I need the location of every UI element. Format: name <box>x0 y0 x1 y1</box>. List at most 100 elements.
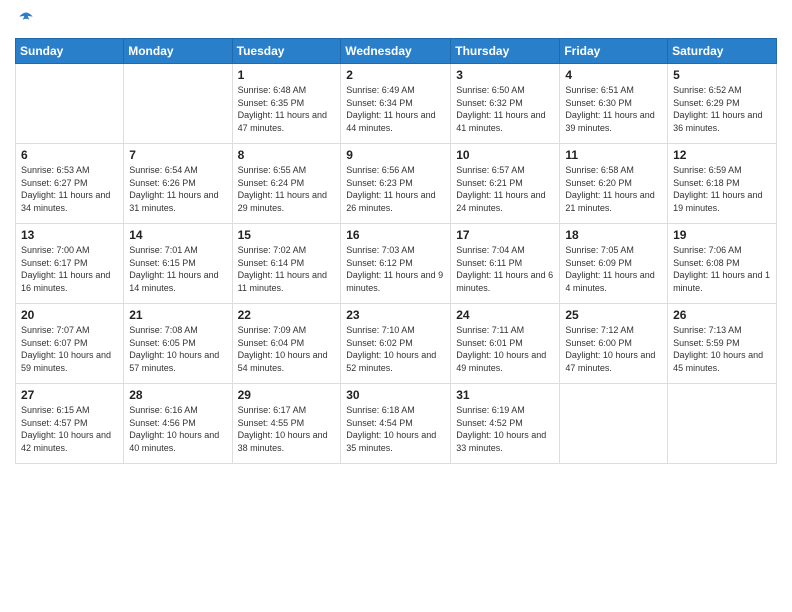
week-row-3: 13 Sunrise: 7:00 AM Sunset: 6:17 PM Dayli… <box>16 224 777 304</box>
calendar-cell: 22Sunrise: 7:09 AM Sunset: 6:04 PM Dayli… <box>232 304 341 384</box>
day-info: Sunrise: 6:17 AM Sunset: 4:55 PM Dayligh… <box>238 404 336 454</box>
day-info: Sunrise: 7:02 AM Sunset: 6:14 PM Dayligh… <box>238 244 336 294</box>
calendar-cell: 27 Sunrise: 6:15 AM Sunset: 4:57 PM Dayli… <box>16 384 124 464</box>
calendar-table: SundayMondayTuesdayWednesdayThursdayFrid… <box>15 38 777 464</box>
page: SundayMondayTuesdayWednesdayThursdayFrid… <box>0 0 792 612</box>
day-number: 11 <box>565 148 662 162</box>
day-info: Sunrise: 6:16 AM Sunset: 4:56 PM Dayligh… <box>129 404 226 454</box>
day-number: 12 <box>673 148 771 162</box>
day-number: 8 <box>238 148 336 162</box>
calendar-cell: 19Sunrise: 7:06 AM Sunset: 6:08 PM Dayli… <box>668 224 777 304</box>
day-number: 4 <box>565 68 662 82</box>
col-header-tuesday: Tuesday <box>232 39 341 64</box>
calendar-cell: 24Sunrise: 7:11 AM Sunset: 6:01 PM Dayli… <box>451 304 560 384</box>
calendar-cell: 6 Sunrise: 6:53 AM Sunset: 6:27 PM Daylig… <box>16 144 124 224</box>
calendar-cell: 17Sunrise: 7:04 AM Sunset: 6:11 PM Dayli… <box>451 224 560 304</box>
calendar-cell: 3 Sunrise: 6:50 AM Sunset: 6:32 PM Daylig… <box>451 64 560 144</box>
day-info: Sunrise: 7:10 AM Sunset: 6:02 PM Dayligh… <box>346 324 445 374</box>
day-number: 29 <box>238 388 336 402</box>
calendar-cell: 10 Sunrise: 6:57 AM Sunset: 6:21 PM Dayli… <box>451 144 560 224</box>
day-number: 9 <box>346 148 445 162</box>
calendar-cell: 8 Sunrise: 6:55 AM Sunset: 6:24 PM Daylig… <box>232 144 341 224</box>
day-info: Sunrise: 6:18 AM Sunset: 4:54 PM Dayligh… <box>346 404 445 454</box>
calendar-cell: 7 Sunrise: 6:54 AM Sunset: 6:26 PM Daylig… <box>124 144 232 224</box>
day-number: 21 <box>129 308 226 322</box>
day-info: Sunrise: 6:57 AM Sunset: 6:21 PM Dayligh… <box>456 164 554 214</box>
col-header-friday: Friday <box>560 39 668 64</box>
day-info: Sunrise: 6:54 AM Sunset: 6:26 PM Dayligh… <box>129 164 226 214</box>
day-number: 23 <box>346 308 445 322</box>
day-number: 24 <box>456 308 554 322</box>
day-info: Sunrise: 6:19 AM Sunset: 4:52 PM Dayligh… <box>456 404 554 454</box>
day-info: Sunrise: 7:12 AM Sunset: 6:00 PM Dayligh… <box>565 324 662 374</box>
calendar-cell: 11 Sunrise: 6:58 AM Sunset: 6:20 PM Dayli… <box>560 144 668 224</box>
day-info: Sunrise: 6:52 AM Sunset: 6:29 PM Dayligh… <box>673 84 771 134</box>
calendar-cell: 26 Sunrise: 7:13 AM Sunset: 5:59 PM Dayli… <box>668 304 777 384</box>
day-number: 7 <box>129 148 226 162</box>
day-number: 3 <box>456 68 554 82</box>
day-number: 28 <box>129 388 226 402</box>
day-info: Sunrise: 6:59 AM Sunset: 6:18 PM Dayligh… <box>673 164 771 214</box>
day-info: Sunrise: 7:04 AM Sunset: 6:11 PM Dayligh… <box>456 244 554 294</box>
day-info: Sunrise: 7:09 AM Sunset: 6:04 PM Dayligh… <box>238 324 336 374</box>
day-info: Sunrise: 7:01 AM Sunset: 6:15 PM Dayligh… <box>129 244 226 294</box>
day-info: Sunrise: 7:08 AM Sunset: 6:05 PM Dayligh… <box>129 324 226 374</box>
day-number: 15 <box>238 228 336 242</box>
calendar-cell: 12 Sunrise: 6:59 AM Sunset: 6:18 PM Dayli… <box>668 144 777 224</box>
day-number: 25 <box>565 308 662 322</box>
day-info: Sunrise: 7:00 AM Sunset: 6:17 PM Dayligh… <box>21 244 118 294</box>
calendar-cell: 9 Sunrise: 6:56 AM Sunset: 6:23 PM Daylig… <box>341 144 451 224</box>
day-info: Sunrise: 7:03 AM Sunset: 6:12 PM Dayligh… <box>346 244 445 294</box>
day-number: 14 <box>129 228 226 242</box>
calendar-cell: 16 Sunrise: 7:03 AM Sunset: 6:12 PM Dayli… <box>341 224 451 304</box>
day-info: Sunrise: 7:07 AM Sunset: 6:07 PM Dayligh… <box>21 324 118 374</box>
day-info: Sunrise: 7:05 AM Sunset: 6:09 PM Dayligh… <box>565 244 662 294</box>
calendar-cell: 30 Sunrise: 6:18 AM Sunset: 4:54 PM Dayli… <box>341 384 451 464</box>
day-number: 27 <box>21 388 118 402</box>
week-row-4: 20Sunrise: 7:07 AM Sunset: 6:07 PM Dayli… <box>16 304 777 384</box>
logo-text <box>15 10 37 30</box>
col-header-sunday: Sunday <box>16 39 124 64</box>
week-row-5: 27 Sunrise: 6:15 AM Sunset: 4:57 PM Dayli… <box>16 384 777 464</box>
day-info: Sunrise: 6:53 AM Sunset: 6:27 PM Dayligh… <box>21 164 118 214</box>
col-header-monday: Monday <box>124 39 232 64</box>
calendar-cell: 23 Sunrise: 7:10 AM Sunset: 6:02 PM Dayli… <box>341 304 451 384</box>
day-info: Sunrise: 6:50 AM Sunset: 6:32 PM Dayligh… <box>456 84 554 134</box>
calendar-cell: 18 Sunrise: 7:05 AM Sunset: 6:09 PM Dayli… <box>560 224 668 304</box>
day-number: 26 <box>673 308 771 322</box>
week-row-1: 1Sunrise: 6:48 AM Sunset: 6:35 PM Daylig… <box>16 64 777 144</box>
calendar-cell: 31 Sunrise: 6:19 AM Sunset: 4:52 PM Dayli… <box>451 384 560 464</box>
calendar-cell <box>16 64 124 144</box>
day-number: 13 <box>21 228 118 242</box>
calendar-cell: 4 Sunrise: 6:51 AM Sunset: 6:30 PM Daylig… <box>560 64 668 144</box>
logo-bird-icon <box>16 10 36 30</box>
day-number: 16 <box>346 228 445 242</box>
day-number: 10 <box>456 148 554 162</box>
day-number: 2 <box>346 68 445 82</box>
day-info: Sunrise: 6:55 AM Sunset: 6:24 PM Dayligh… <box>238 164 336 214</box>
day-number: 31 <box>456 388 554 402</box>
col-header-saturday: Saturday <box>668 39 777 64</box>
day-info: Sunrise: 6:51 AM Sunset: 6:30 PM Dayligh… <box>565 84 662 134</box>
calendar-cell: 13 Sunrise: 7:00 AM Sunset: 6:17 PM Dayli… <box>16 224 124 304</box>
col-header-wednesday: Wednesday <box>341 39 451 64</box>
day-info: Sunrise: 6:49 AM Sunset: 6:34 PM Dayligh… <box>346 84 445 134</box>
day-info: Sunrise: 6:48 AM Sunset: 6:35 PM Dayligh… <box>238 84 336 134</box>
week-row-2: 6 Sunrise: 6:53 AM Sunset: 6:27 PM Daylig… <box>16 144 777 224</box>
day-info: Sunrise: 6:58 AM Sunset: 6:20 PM Dayligh… <box>565 164 662 214</box>
calendar-cell <box>668 384 777 464</box>
calendar-cell: 20Sunrise: 7:07 AM Sunset: 6:07 PM Dayli… <box>16 304 124 384</box>
calendar-cell <box>560 384 668 464</box>
day-info: Sunrise: 7:13 AM Sunset: 5:59 PM Dayligh… <box>673 324 771 374</box>
logo <box>15 10 37 30</box>
calendar-header-row: SundayMondayTuesdayWednesdayThursdayFrid… <box>16 39 777 64</box>
day-info: Sunrise: 6:15 AM Sunset: 4:57 PM Dayligh… <box>21 404 118 454</box>
day-info: Sunrise: 6:56 AM Sunset: 6:23 PM Dayligh… <box>346 164 445 214</box>
calendar-cell: 14 Sunrise: 7:01 AM Sunset: 6:15 PM Dayli… <box>124 224 232 304</box>
calendar-cell: 1Sunrise: 6:48 AM Sunset: 6:35 PM Daylig… <box>232 64 341 144</box>
col-header-thursday: Thursday <box>451 39 560 64</box>
day-number: 6 <box>21 148 118 162</box>
day-number: 30 <box>346 388 445 402</box>
day-number: 18 <box>565 228 662 242</box>
calendar-cell: 5Sunrise: 6:52 AM Sunset: 6:29 PM Daylig… <box>668 64 777 144</box>
